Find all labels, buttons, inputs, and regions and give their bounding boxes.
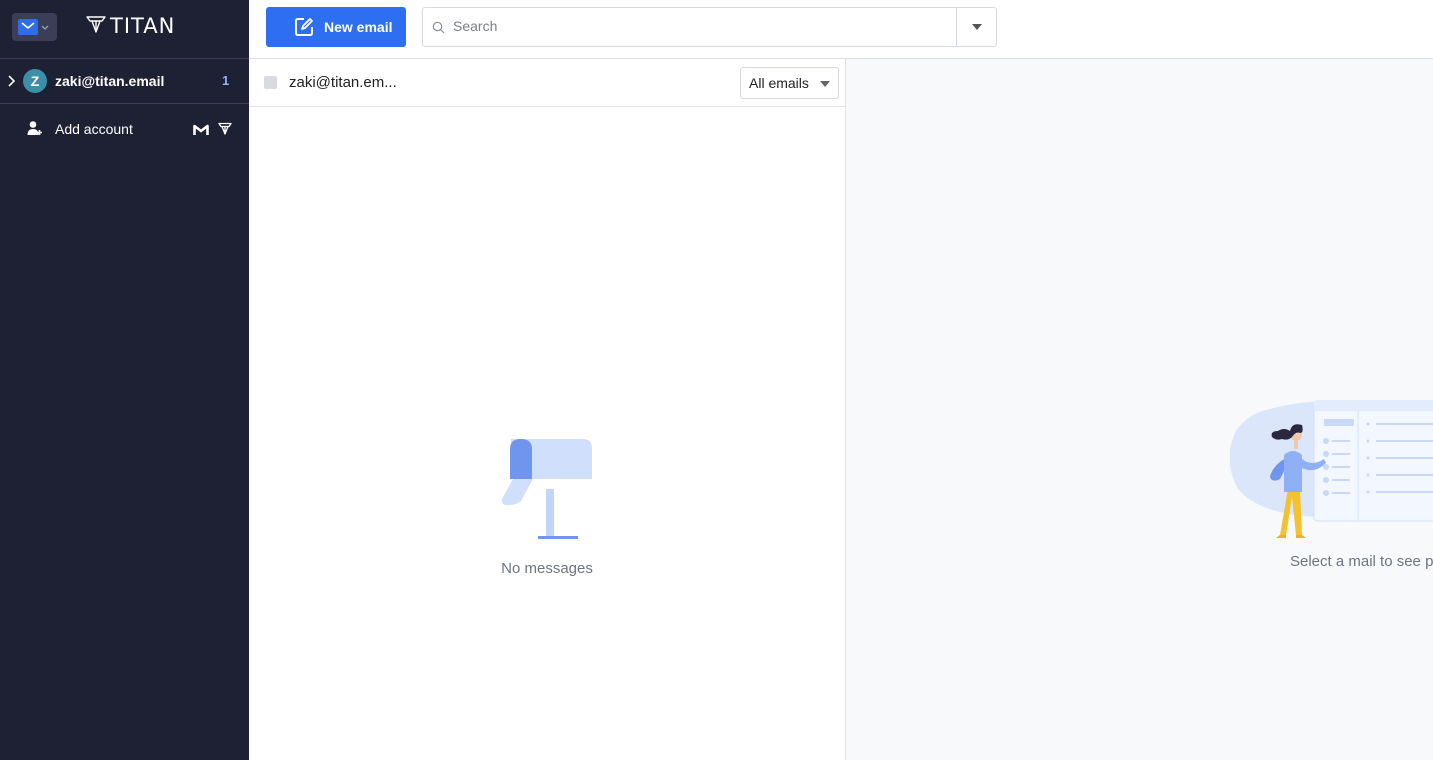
compose-icon	[293, 16, 315, 38]
chevron-down-icon	[41, 18, 49, 36]
mailbox-illustration	[501, 439, 592, 539]
search-icon	[432, 21, 445, 39]
reading-pane: Select a mail to see p	[846, 59, 1433, 760]
empty-state-text: No messages	[501, 560, 593, 577]
account-email: zaki@titan.email	[55, 73, 165, 89]
brand-name: TITAN	[110, 14, 176, 38]
add-account-button[interactable]: Add account	[0, 104, 249, 152]
sidebar-account-item[interactable]: Z zaki@titan.email 1	[0, 60, 249, 103]
sidebar-divider	[0, 58, 249, 59]
empty-preview-illustration	[1230, 400, 1433, 538]
caret-down-icon	[819, 74, 830, 92]
brand-logo: TITAN	[86, 14, 175, 38]
gmail-icon[interactable]	[193, 123, 209, 141]
top-toolbar: New email	[249, 0, 1433, 59]
search-options-button[interactable]	[957, 8, 996, 46]
add-user-icon	[27, 120, 43, 141]
select-all-checkbox[interactable]	[264, 76, 277, 89]
new-email-button[interactable]: New email	[266, 7, 406, 47]
preview-placeholder-text: Select a mail to see p	[1290, 553, 1433, 570]
add-account-label: Add account	[55, 121, 133, 137]
sidebar: TITAN Z zaki@titan.email 1 Add account	[0, 0, 249, 760]
titan-icon[interactable]	[218, 122, 232, 140]
chevron-right-icon[interactable]	[6, 74, 16, 93]
mailbox-title: zaki@titan.em...	[289, 74, 397, 91]
avatar: Z	[23, 69, 47, 93]
app-switcher-button[interactable]	[12, 13, 57, 41]
mail-icon	[18, 19, 38, 35]
filter-label: All emails	[749, 75, 809, 91]
message-list-header: zaki@titan.em... All emails	[249, 59, 845, 107]
search-box	[422, 7, 997, 47]
email-filter-dropdown[interactable]: All emails	[740, 67, 839, 99]
caret-down-icon	[971, 24, 982, 30]
new-email-label: New email	[324, 19, 393, 35]
titan-logo-icon	[86, 15, 106, 38]
message-list-panel: zaki@titan.em... All emails No messages	[249, 59, 846, 760]
search-input[interactable]	[451, 17, 955, 35]
unread-count-badge: 1	[222, 73, 230, 88]
